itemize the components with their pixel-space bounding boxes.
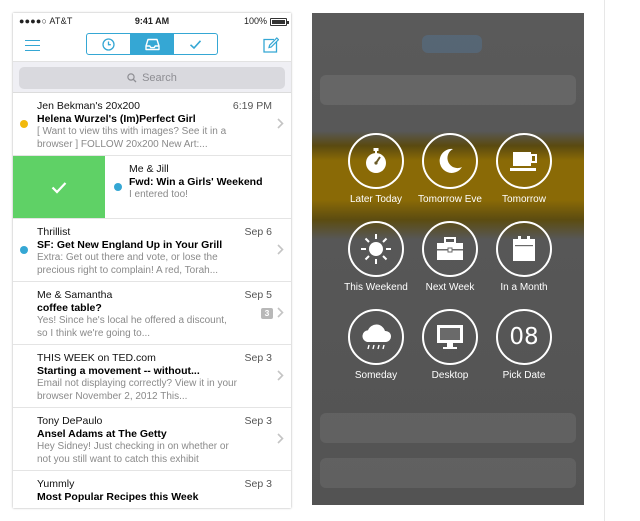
snooze-screen: Later Today Tomorrow Eve Tomorrow This W… bbox=[312, 13, 584, 505]
checkmark-icon bbox=[190, 39, 202, 49]
mail-date: Sep 3 bbox=[244, 478, 272, 490]
chevron-right-icon bbox=[277, 244, 284, 255]
moon-icon bbox=[439, 148, 462, 173]
mail-preview: I entered too! bbox=[129, 189, 188, 200]
mail-date: 6:19 PM bbox=[232, 100, 272, 112]
briefcase-icon bbox=[437, 237, 463, 260]
mail-subject: Fwd: Win a Girls' Weekend bbox=[129, 176, 263, 188]
mail-subject: Most Popular Recipes this Week bbox=[37, 491, 199, 503]
chevron-right-icon bbox=[277, 370, 284, 381]
search-placeholder: Search bbox=[142, 72, 177, 84]
tab-later[interactable] bbox=[87, 34, 131, 54]
mail-date: Sep 5 bbox=[244, 289, 272, 301]
snooze-pick-date[interactable]: 08 Pick Date bbox=[479, 309, 569, 381]
mail-subject: Ansel Adams at The Getty bbox=[37, 428, 167, 440]
mail-row[interactable]: Me & Samantha Sep 5 coffee table? Yes! S… bbox=[13, 282, 291, 345]
mail-preview: Extra: Get out there and vote, or lose t… bbox=[37, 252, 219, 276]
unread-dot bbox=[20, 246, 28, 254]
battery-percent: 100% bbox=[243, 16, 267, 26]
mail-subject: Helena Wurzel's (Im)Perfect Girl bbox=[37, 113, 196, 125]
mail-preview: Email not displaying correctly? View it … bbox=[37, 378, 237, 402]
status-bar: ●●●●○ AT&T 9:41 AM 100% bbox=[13, 13, 291, 31]
mail-row[interactable]: Tony DePaulo Sep 3 Ansel Adams at The Ge… bbox=[13, 408, 291, 471]
rain-cloud-icon bbox=[362, 324, 392, 350]
thread-count-badge: 3 bbox=[261, 308, 273, 319]
mail-date: Sep 3 bbox=[244, 415, 272, 427]
mail-row[interactable]: Thrillist Sep 6 SF: Get New England Up i… bbox=[13, 219, 291, 282]
mail-preview: Hey Sidney! Just checking in on whether … bbox=[37, 441, 229, 465]
snooze-button[interactable] bbox=[496, 133, 552, 189]
sun-icon bbox=[361, 234, 391, 264]
snooze-button[interactable] bbox=[348, 221, 404, 277]
snooze-tomorrow[interactable]: Tomorrow bbox=[479, 133, 569, 205]
snooze-button[interactable]: 08 bbox=[496, 309, 552, 365]
snooze-button[interactable] bbox=[422, 221, 478, 277]
mail-subject: SF: Get New England Up in Your Grill bbox=[37, 239, 223, 251]
mail-date: Sep 3 bbox=[244, 352, 272, 364]
chevron-right-icon bbox=[277, 307, 284, 318]
mail-subject: Starting a movement -- without... bbox=[37, 365, 200, 377]
inbox-tray-icon bbox=[144, 38, 160, 50]
mail-row[interactable]: Me & Jill Fwd: Win a Girls' Weekend I en… bbox=[13, 156, 291, 219]
monitor-icon bbox=[437, 325, 463, 349]
chevron-right-icon bbox=[277, 433, 284, 444]
mailbox-switcher bbox=[86, 33, 218, 55]
menu-icon[interactable] bbox=[25, 40, 40, 51]
pick-date-icon: 08 bbox=[509, 324, 539, 350]
mark-done-swipe[interactable] bbox=[13, 156, 105, 218]
search-input[interactable]: Search bbox=[19, 67, 285, 89]
battery-icon bbox=[270, 18, 289, 26]
snooze-label: Pick Date bbox=[502, 370, 546, 381]
mail-sender: Tony DePaulo bbox=[37, 415, 103, 427]
clock-icon bbox=[102, 37, 115, 51]
snooze-button[interactable] bbox=[422, 133, 478, 189]
calendar-icon bbox=[513, 236, 535, 261]
nav-bar bbox=[13, 31, 291, 61]
tab-done[interactable] bbox=[174, 34, 217, 54]
snooze-button[interactable] bbox=[348, 309, 404, 365]
mail-sender: Thrillist bbox=[37, 226, 71, 238]
mail-sender: THIS WEEK on TED.com bbox=[37, 352, 156, 364]
mail-row[interactable]: Jen Bekman's 20x200 6:19 PM Helena Wurze… bbox=[13, 93, 291, 156]
tab-inbox[interactable] bbox=[130, 34, 175, 54]
search-bar: Search bbox=[13, 61, 291, 93]
unread-dot bbox=[20, 120, 28, 128]
search-icon bbox=[127, 73, 137, 83]
mail-sender: Yummly bbox=[37, 478, 75, 490]
mail-sender: Me & Samantha bbox=[37, 289, 113, 301]
mail-subject: coffee table? bbox=[37, 302, 102, 314]
checkmark-icon bbox=[51, 181, 67, 194]
mail-preview: [ Want to view tihs with images? See it … bbox=[37, 126, 227, 150]
page-divider bbox=[604, 0, 605, 521]
mail-list: Jen Bekman's 20x200 6:19 PM Helena Wurze… bbox=[13, 93, 291, 508]
snooze-label: Tomorrow bbox=[502, 194, 546, 205]
compose-icon[interactable] bbox=[262, 37, 279, 54]
snooze-button[interactable] bbox=[348, 133, 404, 189]
unread-dot bbox=[114, 183, 122, 191]
mail-sender: Jen Bekman's 20x200 bbox=[37, 100, 140, 112]
snooze-in-a-month[interactable]: In a Month bbox=[479, 221, 569, 293]
snooze-button[interactable] bbox=[496, 221, 552, 277]
mail-sender: Me & Jill bbox=[129, 163, 169, 175]
chevron-right-icon bbox=[277, 118, 284, 129]
snooze-label: In a Month bbox=[500, 282, 548, 293]
mailbox-screen: ●●●●○ AT&T 9:41 AM 100% Search Jen Bekma… bbox=[13, 13, 291, 508]
mail-row[interactable]: Yummly Sep 3 Most Popular Recipes this W… bbox=[13, 471, 291, 508]
snooze-options: Later Today Tomorrow Eve Tomorrow This W… bbox=[312, 13, 584, 505]
snooze-button[interactable] bbox=[422, 309, 478, 365]
coffee-cup-icon bbox=[510, 152, 537, 171]
mail-preview: Yes! Since he's local he offered a disco… bbox=[37, 315, 227, 339]
stopwatch-icon bbox=[366, 148, 386, 173]
mail-date: Sep 6 bbox=[244, 226, 272, 238]
mail-row[interactable]: THIS WEEK on TED.com Sep 3 Starting a mo… bbox=[13, 345, 291, 408]
